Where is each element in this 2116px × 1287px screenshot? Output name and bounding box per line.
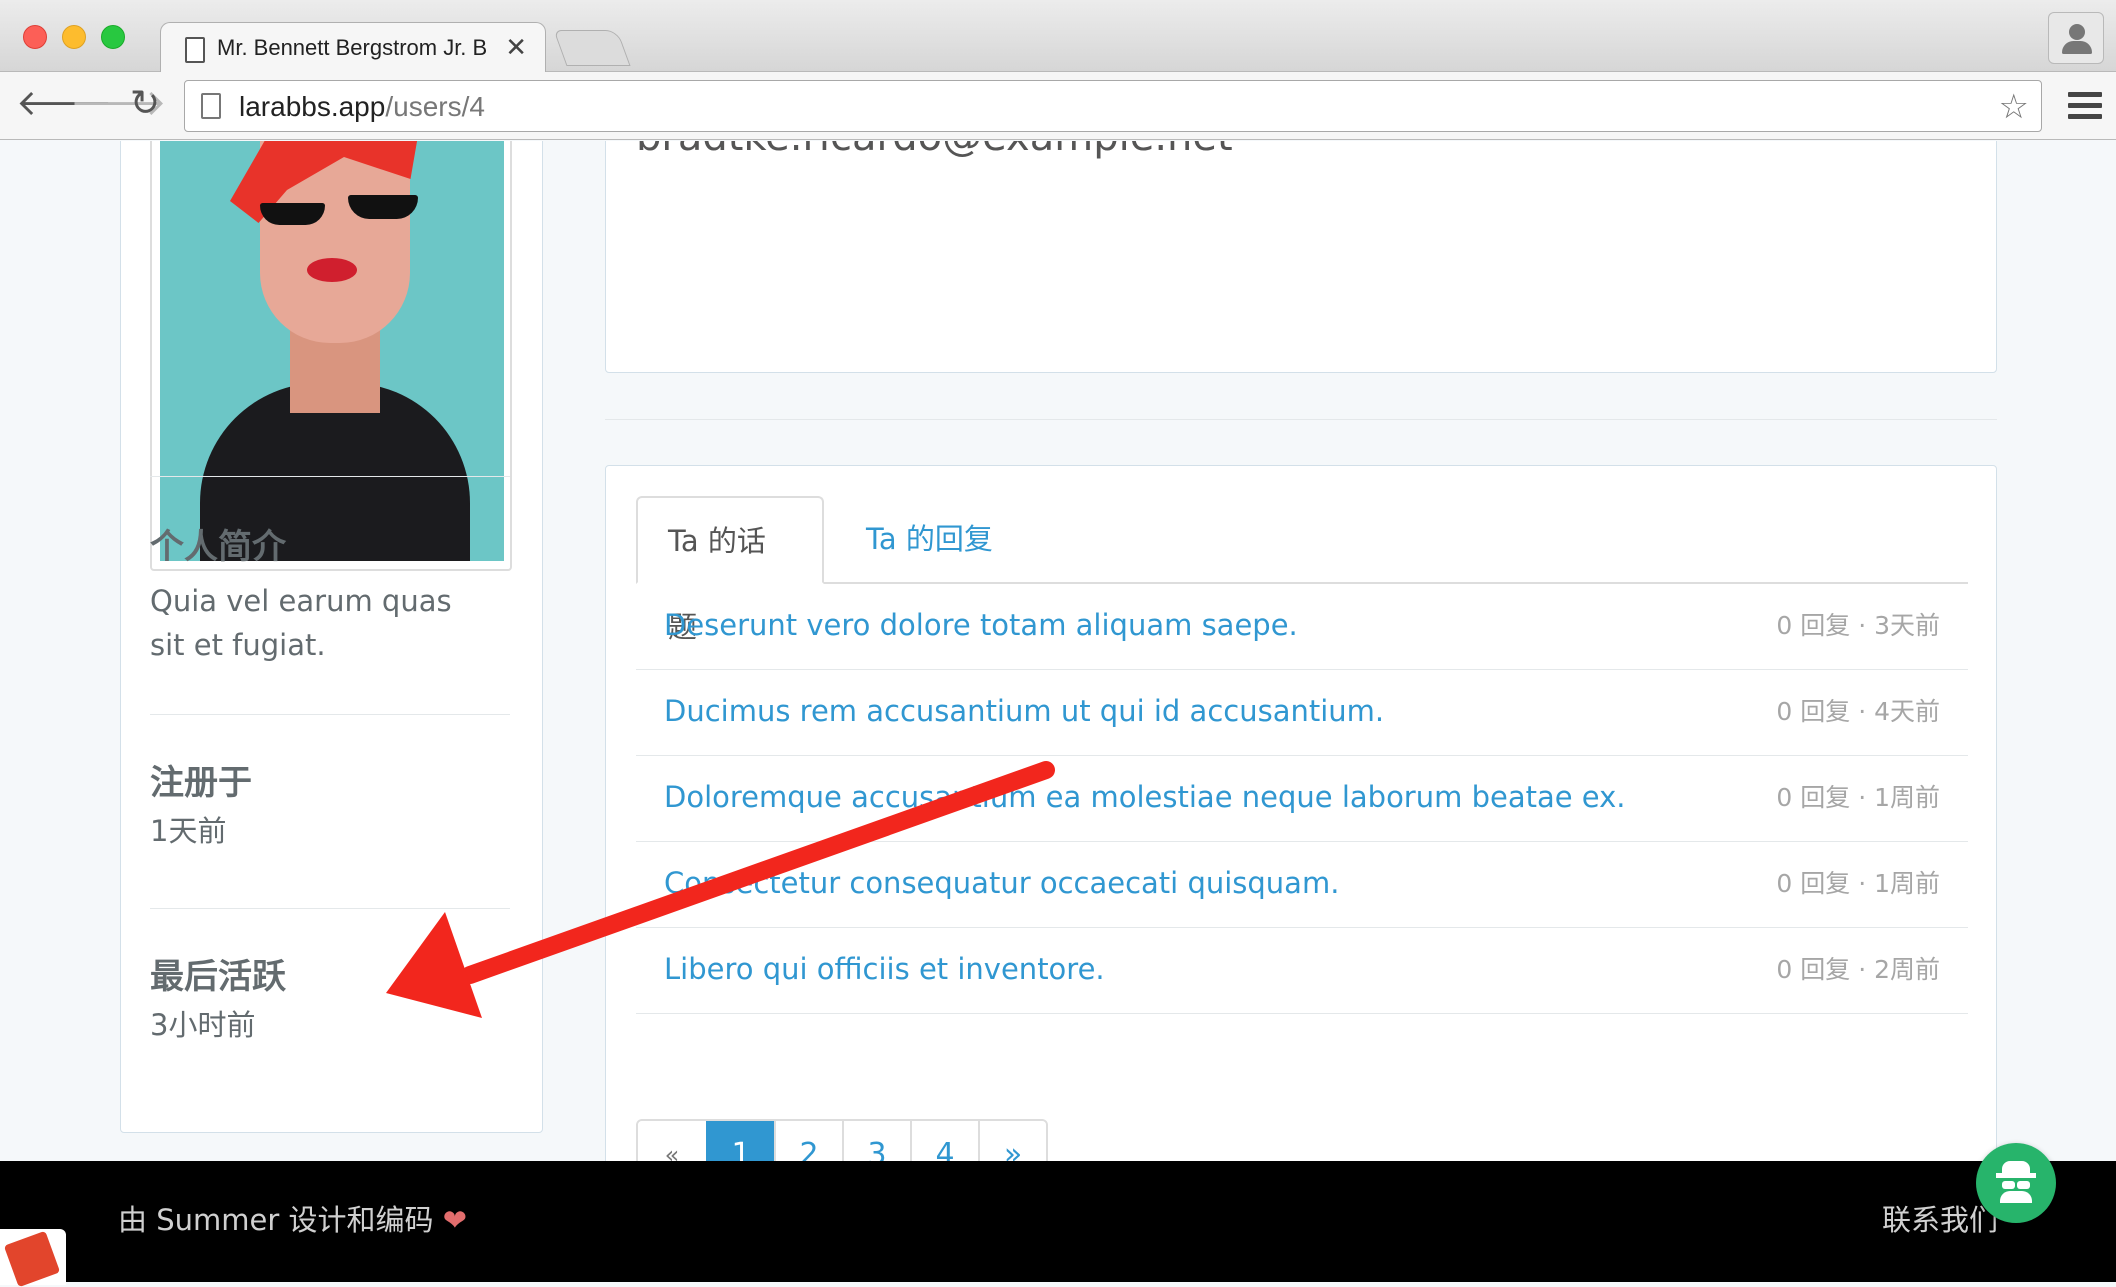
topic-meta: 0 回复 · 1周前 xyxy=(1776,783,1940,812)
activity-tabs: Ta 的话题 Ta 的回复 xyxy=(636,496,1968,644)
bio-text: Quia vel earum quas sit et fugiat. xyxy=(150,584,452,662)
topic-meta: 0 回复 · 2周前 xyxy=(1776,955,1940,984)
browser-tab-strip: Mr. Bennett Bergstrom Jr. Bennett ✕ xyxy=(0,0,2116,74)
topic-meta: 0 回复 · 4天前 xyxy=(1776,697,1940,726)
registered-heading: 注册于 xyxy=(150,763,252,803)
site-footer: 由 Summer 设计和编码 ❤ 联系我们 xyxy=(0,1161,2116,1287)
spy-floating-button[interactable] xyxy=(1976,1143,2056,1223)
tab-replies[interactable]: Ta 的回复 xyxy=(836,496,1023,584)
footer-credit: 由 Summer 设计和编码 ❤ xyxy=(118,1203,468,1237)
tab-title: Mr. Bennett Bergstrom Jr. Bennett xyxy=(217,35,487,60)
list-item: Ducimus rem accusantium ut qui id accusa… xyxy=(636,670,1968,756)
close-window-button[interactable] xyxy=(23,25,47,49)
topic-link[interactable]: Doloremque accusantium ea molestiae nequ… xyxy=(664,780,1626,814)
list-item: Libero qui officiis et inventore. 0 回复 ·… xyxy=(636,928,1968,1014)
user-email: bradtke.ricardo@example.net xyxy=(636,141,1233,172)
browser-tab-active[interactable]: Mr. Bennett Bergstrom Jr. Bennett ✕ xyxy=(160,22,546,74)
topic-link[interactable]: Consectetur consequatur occaecati quisqu… xyxy=(664,866,1339,900)
laravel-logo[interactable] xyxy=(0,1229,66,1287)
divider xyxy=(150,714,510,715)
close-tab-icon[interactable]: ✕ xyxy=(505,33,527,63)
profile-button[interactable] xyxy=(2048,12,2104,64)
user-email-card: bradtke.ricardo@example.net xyxy=(605,141,1997,373)
minimize-window-button[interactable] xyxy=(62,25,86,49)
zoom-window-button[interactable] xyxy=(101,25,125,49)
bookmark-star-icon[interactable]: ☆ xyxy=(1999,87,2029,127)
person-icon xyxy=(2069,24,2085,40)
last-active-value: 3小时前 xyxy=(150,1008,256,1042)
divider xyxy=(150,908,510,909)
user-activity-card: Ta 的话题 Ta 的回复 Deserunt vero dolore totam… xyxy=(605,465,1997,1259)
topic-list: Deserunt vero dolore totam aliquam saepe… xyxy=(636,584,1968,1014)
topic-meta: 0 回复 · 1周前 xyxy=(1776,869,1940,898)
bio-heading: 个人简介 xyxy=(150,527,286,567)
list-item: Consectetur consequatur occaecati quisqu… xyxy=(636,842,1968,928)
divider xyxy=(150,476,510,477)
last-active-heading: 最后活跃 xyxy=(150,957,286,997)
page-content: 个人简介 Quia vel earum quas sit et fugiat. … xyxy=(0,141,2116,1282)
person-icon-body xyxy=(2062,41,2092,54)
heart-icon: ❤ xyxy=(442,1203,468,1237)
topic-meta: 0 回复 · 3天前 xyxy=(1776,611,1940,640)
registered-value: 1天前 xyxy=(150,814,227,848)
list-item: Deserunt vero dolore totam aliquam saepe… xyxy=(636,584,1968,670)
user-avatar xyxy=(150,141,512,571)
topic-link[interactable]: Libero qui officiis et inventore. xyxy=(664,952,1105,986)
topic-link[interactable]: Deserunt vero dolore totam aliquam saepe… xyxy=(664,608,1298,642)
reload-icon[interactable]: ↻ xyxy=(130,86,160,122)
list-item: Doloremque accusantium ea molestiae nequ… xyxy=(636,756,1968,842)
address-bar[interactable]: larabbs.app/users/4 ☆ xyxy=(184,80,2042,132)
spy-icon xyxy=(1996,1161,2036,1203)
new-tab-button[interactable] xyxy=(553,30,631,66)
topic-link[interactable]: Ducimus rem accusantium ut qui id accusa… xyxy=(664,694,1384,728)
page-icon xyxy=(201,93,221,119)
section-divider xyxy=(605,419,1997,420)
url-text: larabbs.app/users/4 xyxy=(239,91,485,122)
browser-menu-icon[interactable] xyxy=(2068,92,2102,125)
tab-topics[interactable]: Ta 的话题 xyxy=(636,496,824,644)
browser-toolbar: 🡐 🡒 ↻ larabbs.app/users/4 ☆ xyxy=(0,72,2116,140)
page-icon xyxy=(185,37,205,63)
